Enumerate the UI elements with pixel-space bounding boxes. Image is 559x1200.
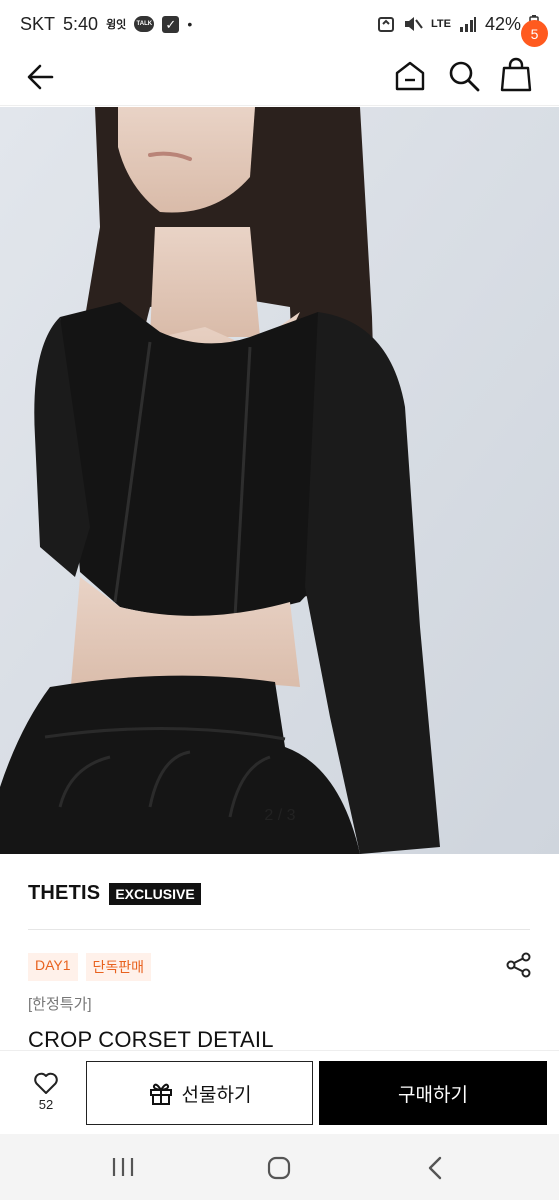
cart-count-badge: 5 xyxy=(521,20,548,47)
clock-time: 5:40 xyxy=(63,13,99,34)
home-icon[interactable] xyxy=(392,58,428,94)
divider xyxy=(28,929,530,930)
app-header xyxy=(0,48,559,106)
brand-row[interactable]: THETIS EXCLUSIVE xyxy=(28,882,201,905)
status-bar: SKT 5:40 윙잇 TALK ✓ • LTE 42% xyxy=(0,0,559,48)
like-button[interactable]: 52 xyxy=(22,1071,70,1127)
purchase-action-bar: 52 선물하기 구매하기 xyxy=(0,1050,559,1134)
recent-apps-icon[interactable] xyxy=(110,1156,136,1178)
back-nav-icon[interactable] xyxy=(424,1155,448,1181)
tag-exclusive-sale: 단독판매 xyxy=(85,953,152,981)
heart-icon xyxy=(34,1072,58,1094)
mute-icon xyxy=(403,15,423,33)
talk-icon-label: TALK xyxy=(136,21,153,27)
brand-name[interactable]: THETIS xyxy=(28,882,100,905)
checkbox-notification-icon: ✓ xyxy=(162,15,180,33)
recycle-icon xyxy=(377,15,395,33)
app-notification-label: 윙잇 xyxy=(106,19,127,31)
product-tags: DAY1 단독판매 xyxy=(28,953,152,981)
carrier-label: SKT xyxy=(20,13,56,34)
battery-percent: 42% xyxy=(484,13,521,34)
gift-icon xyxy=(149,1083,172,1105)
system-nav-bar xyxy=(0,1134,559,1200)
gallery-pager: 2 / 3 xyxy=(264,807,296,824)
gift-button-label: 선물하기 xyxy=(181,1084,252,1106)
share-icon[interactable] xyxy=(505,951,533,979)
promo-label: [한정특가] xyxy=(28,996,92,1013)
kakaotalk-icon: TALK xyxy=(134,16,155,32)
back-arrow-icon[interactable] xyxy=(22,58,60,96)
signal-icon xyxy=(459,16,477,32)
gift-button[interactable]: 선물하기 xyxy=(86,1061,313,1125)
product-image-gallery[interactable]: 2 / 3 xyxy=(0,107,559,854)
search-icon[interactable] xyxy=(446,58,482,94)
like-count: 52 xyxy=(38,1097,54,1112)
buy-button-label: 구매하기 xyxy=(398,1084,468,1106)
home-nav-icon[interactable] xyxy=(266,1155,292,1181)
buy-button[interactable]: 구매하기 xyxy=(319,1061,547,1125)
shopping-bag-icon[interactable] xyxy=(498,56,534,94)
product-photo xyxy=(0,107,559,854)
exclusive-badge: EXCLUSIVE xyxy=(109,882,201,905)
tag-day1: DAY1 xyxy=(28,953,78,981)
network-type: LTE xyxy=(431,18,451,30)
more-notifications-dot-icon: • xyxy=(187,16,193,32)
